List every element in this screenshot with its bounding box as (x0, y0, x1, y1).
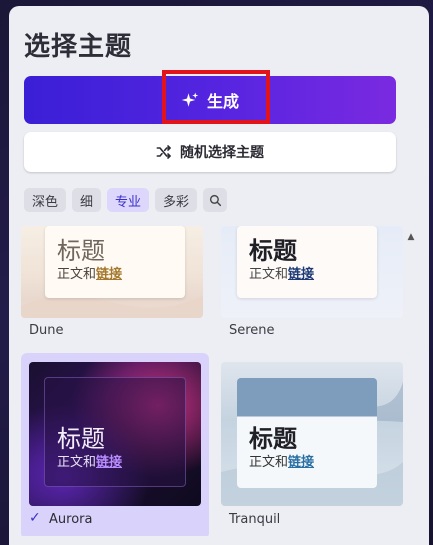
random-theme-label: 随机选择主题 (180, 145, 264, 161)
aurora-link: 链接 (96, 455, 123, 470)
dialog-title: 选择主题 (24, 32, 133, 62)
sparkle-icon (181, 92, 199, 107)
theme-name-tranquil: Tranquil (229, 512, 281, 527)
serene-link: 链接 (288, 267, 315, 282)
theme-name-aurora: Aurora (49, 512, 93, 527)
dune-heading: 标题 (57, 237, 105, 265)
tranquil-link: 链接 (288, 455, 315, 470)
dune-sample-card: 标题 正文和链接 (45, 226, 185, 298)
dune-body: 正文和链接 (57, 266, 173, 284)
filter-chip-colorful[interactable]: 多彩 (155, 188, 198, 212)
theme-card-tranquil[interactable]: 标题 正文和链接 Tranquil (221, 362, 403, 532)
tranquil-body-text: 正文和 (249, 455, 289, 470)
aurora-body-text: 正文和 (57, 455, 97, 470)
aurora-heading: 标题 (57, 425, 105, 453)
generate-button[interactable]: 生成 (24, 76, 396, 124)
theme-name-serene: Serene (229, 323, 275, 338)
serene-sample-card: 标题 正文和链接 (237, 226, 377, 298)
dune-link: 链接 (96, 267, 123, 282)
filter-chip-thin[interactable]: 细 (72, 188, 102, 212)
generate-button-content: 生成 (181, 88, 239, 112)
generate-label: 生成 (206, 92, 239, 111)
tranquil-body: 正文和链接 (249, 454, 365, 472)
theme-card-aurora[interactable]: 标题 正文和链接 ✓ Aurora (21, 353, 209, 536)
filter-search-button[interactable] (203, 188, 228, 212)
aurora-sample-card: 标题 正文和链接 (44, 377, 186, 487)
random-theme-button[interactable]: 随机选择主题 (24, 132, 396, 172)
search-icon (209, 194, 221, 206)
theme-card-serene[interactable]: 标题 正文和链接 Serene (221, 226, 403, 346)
tranquil-sample-card: 标题 正文和链接 (237, 378, 377, 488)
theme-card-dune[interactable]: 标题 正文和链接 Dune (21, 226, 203, 346)
serene-body-text: 正文和 (249, 267, 289, 282)
check-icon: ✓ (29, 510, 41, 526)
filter-chip-dark[interactable]: 深色 (24, 188, 67, 212)
filter-chip-professional[interactable]: 专业 (107, 188, 150, 212)
serene-body: 正文和链接 (249, 266, 365, 284)
serene-heading: 标题 (249, 237, 297, 265)
filter-chips: 深色 细 专业 多彩 (24, 188, 228, 212)
dune-body-text: 正文和 (57, 267, 97, 282)
tranquil-heading: 标题 (249, 425, 297, 453)
shuffle-icon (156, 145, 171, 159)
scroll-up-arrow-icon[interactable]: ▲ (406, 232, 416, 242)
theme-name-dune: Dune (29, 323, 64, 338)
theme-grid: 标题 正文和链接 Dune 标题 正文和链接 Serene 标题 正文和链接 ✓… (11, 226, 407, 536)
aurora-body: 正文和链接 (57, 454, 173, 472)
